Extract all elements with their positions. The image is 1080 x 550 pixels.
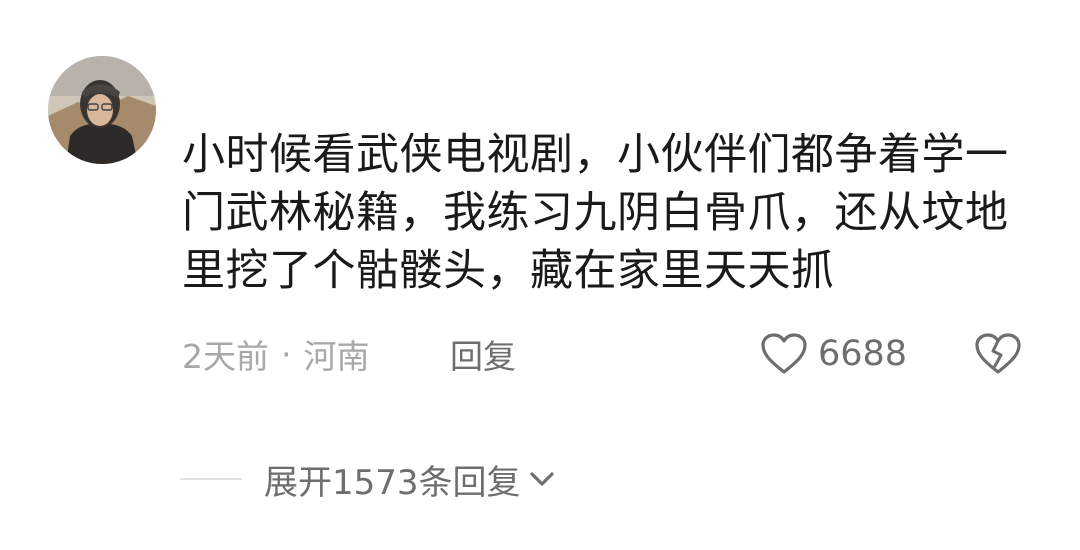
comment-location: 河南 [303,337,370,376]
meta-separator: · [281,334,292,374]
dislike-button[interactable] [974,330,1022,378]
expand-replies-button[interactable]: 展开1573条回复 [264,454,555,504]
expand-replies-label: 展开1573条回复 [264,462,521,503]
like-count: 6688 [818,334,908,374]
comment-time: 2天前 [182,337,269,376]
broken-heart-icon [975,333,1021,374]
comment-meta: 2天前 · 河南 [182,330,370,378]
reply-button[interactable]: 回复 [450,330,516,378]
avatar[interactable] [48,56,156,164]
comment-text: 小时候看武侠电视剧，小伙伴们都争着学一门武林秘籍，我练习九阴白骨爪，还从坟地里挖… [182,130,1009,296]
reply-label: 回复 [450,337,516,376]
user-avatar-photo [48,56,156,164]
chevron-down-icon [529,472,554,486]
heart-outline-icon [761,333,807,374]
replies-divider [180,478,242,480]
like-button[interactable]: 6688 [760,328,907,380]
